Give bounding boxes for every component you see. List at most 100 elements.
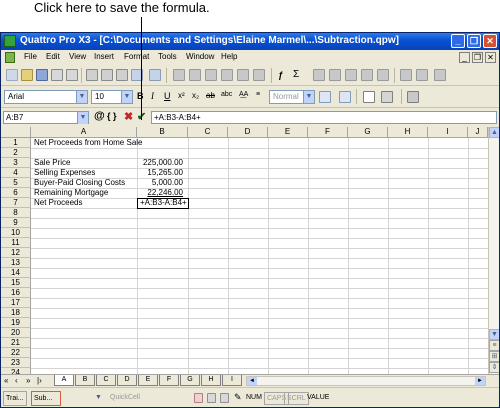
doc-close-button[interactable]: ✕ xyxy=(485,52,496,63)
save-icon[interactable] xyxy=(36,69,48,81)
prev-sheet-button[interactable]: ‹ xyxy=(15,376,18,386)
grid-view-icon[interactable]: ⊞ xyxy=(489,351,499,362)
sheet-tab-E[interactable]: E xyxy=(138,375,158,386)
split-icon[interactable]: ≡ xyxy=(489,340,499,351)
row-header[interactable]: 14 xyxy=(1,268,31,278)
pencil-icon[interactable]: ✎ xyxy=(234,392,242,403)
status-icon[interactable] xyxy=(194,393,203,403)
column-header-D[interactable]: D xyxy=(228,127,268,138)
column-header-B[interactable]: B xyxy=(137,127,188,138)
row-header[interactable]: 10 xyxy=(1,228,31,238)
quickcell-label[interactable]: QuickCell xyxy=(110,394,140,401)
fill-color-icon[interactable] xyxy=(381,91,393,103)
size-icon[interactable]: A͟A xyxy=(239,91,248,98)
chevron-down-icon[interactable]: ▼ xyxy=(95,394,102,401)
underline-button[interactable]: U xyxy=(164,91,171,101)
menu-tools[interactable]: Tools xyxy=(158,52,177,61)
menu-insert[interactable]: Insert xyxy=(94,52,114,61)
strikethrough-icon[interactable]: ab xyxy=(206,91,215,100)
menu-view[interactable]: View xyxy=(69,52,86,61)
row-header[interactable]: 6 xyxy=(1,188,31,198)
row-header[interactable]: 7 xyxy=(1,198,31,208)
doc-restore-button[interactable]: ❐ xyxy=(472,52,483,63)
column-header-I[interactable]: I xyxy=(428,127,468,138)
align-icon[interactable] xyxy=(319,91,331,103)
column-header-F[interactable]: F xyxy=(308,127,348,138)
cell-A3[interactable]: Sale Price xyxy=(34,158,70,168)
close-button[interactable]: ✕ xyxy=(483,34,497,48)
menu-help[interactable]: Help xyxy=(221,52,237,61)
cell-B6[interactable]: 22,246.00 xyxy=(137,188,183,198)
insert-icon[interactable] xyxy=(205,69,217,81)
menu-window[interactable]: Window xyxy=(186,52,214,61)
row-header[interactable]: 13 xyxy=(1,258,31,268)
row-header[interactable]: 16 xyxy=(1,288,31,298)
row-header[interactable]: 8 xyxy=(1,208,31,218)
zoom-icon[interactable] xyxy=(400,69,412,81)
insert-chart-icon[interactable] xyxy=(407,91,419,103)
row-header[interactable]: 20 xyxy=(1,328,31,338)
column-header-A[interactable]: A xyxy=(31,127,137,138)
wrap-icon[interactable]: ≡ xyxy=(256,91,260,98)
taskbar-item-sub[interactable]: Sub... xyxy=(31,391,61,406)
row-header[interactable]: 17 xyxy=(1,298,31,308)
scroll-right-icon[interactable]: ► xyxy=(475,377,485,385)
tool-icon[interactable] xyxy=(377,69,389,81)
chart-icon[interactable] xyxy=(237,69,249,81)
row-header[interactable]: 2 xyxy=(1,148,31,158)
cell-A5[interactable]: Buyer-Paid Closing Costs xyxy=(34,178,125,188)
minimize-button[interactable]: _ xyxy=(451,34,465,48)
row-header[interactable]: 21 xyxy=(1,338,31,348)
row-header[interactable]: 5 xyxy=(1,178,31,188)
menu-format[interactable]: Format xyxy=(124,52,149,61)
italic-button[interactable]: I xyxy=(151,91,154,101)
horizontal-scrollbar[interactable]: ◄ ► xyxy=(246,376,486,386)
status-icon[interactable] xyxy=(220,393,229,403)
chevron-down-icon[interactable]: ▼ xyxy=(303,91,314,103)
row-header[interactable]: 15 xyxy=(1,278,31,288)
open-icon[interactable] xyxy=(21,69,33,81)
row-header[interactable]: 22 xyxy=(1,348,31,358)
map-icon[interactable] xyxy=(253,69,265,81)
row-header[interactable]: 11 xyxy=(1,238,31,248)
copy-icon[interactable] xyxy=(101,69,113,81)
sort-icon[interactable] xyxy=(189,69,201,81)
sheet-tab-A[interactable]: A xyxy=(54,375,74,386)
maximize-button[interactable]: ❐ xyxy=(467,34,481,48)
sheet-tab-D[interactable]: D xyxy=(117,375,137,386)
style-combo[interactable]: Normal ▼ xyxy=(269,90,315,104)
scroll-left-icon[interactable]: ◄ xyxy=(247,377,257,385)
scroll-down-icon[interactable]: ▼ xyxy=(489,329,499,340)
tool-icon[interactable] xyxy=(345,69,357,81)
next-sheet-button[interactable]: » xyxy=(26,376,30,386)
redo-icon[interactable] xyxy=(149,69,161,81)
chevron-down-icon[interactable]: ▼ xyxy=(76,91,87,103)
subscript-icon[interactable]: x₂ xyxy=(192,91,199,100)
row-header[interactable]: 9 xyxy=(1,218,31,228)
cell-A1[interactable]: Net Proceeds from Home Sale xyxy=(34,138,143,148)
column-header-G[interactable]: G xyxy=(348,127,388,138)
row-header[interactable]: 23 xyxy=(1,358,31,368)
new-icon[interactable] xyxy=(6,69,18,81)
sheet-tab-F[interactable]: F xyxy=(159,375,179,386)
preview-icon[interactable] xyxy=(66,69,78,81)
row-header[interactable]: 1 xyxy=(1,138,31,148)
column-header-J[interactable]: J xyxy=(468,127,488,138)
superscript-icon[interactable]: x² xyxy=(178,91,185,100)
sheet-tab-G[interactable]: G xyxy=(180,375,200,386)
font-name-combo[interactable]: Arial ▼ xyxy=(4,90,88,104)
numeric-format-icon[interactable] xyxy=(339,91,351,103)
cut-icon[interactable] xyxy=(86,69,98,81)
chevron-down-icon[interactable]: ▼ xyxy=(77,112,88,124)
column-header-C[interactable]: C xyxy=(188,127,228,138)
document-icon[interactable] xyxy=(5,52,15,63)
case-icon[interactable]: abc xyxy=(221,91,232,98)
row-header[interactable]: 19 xyxy=(1,318,31,328)
cell-A4[interactable]: Selling Expenses xyxy=(34,168,95,178)
row-header[interactable]: 3 xyxy=(1,158,31,168)
row-header[interactable]: 18 xyxy=(1,308,31,318)
sheet-tab-I[interactable]: I xyxy=(222,375,242,386)
status-icon[interactable] xyxy=(207,393,216,403)
vertical-scrollbar[interactable]: ▲ ▼ ≡ ⊞ ⇕ xyxy=(488,127,499,374)
menu-file[interactable]: File xyxy=(24,52,37,61)
